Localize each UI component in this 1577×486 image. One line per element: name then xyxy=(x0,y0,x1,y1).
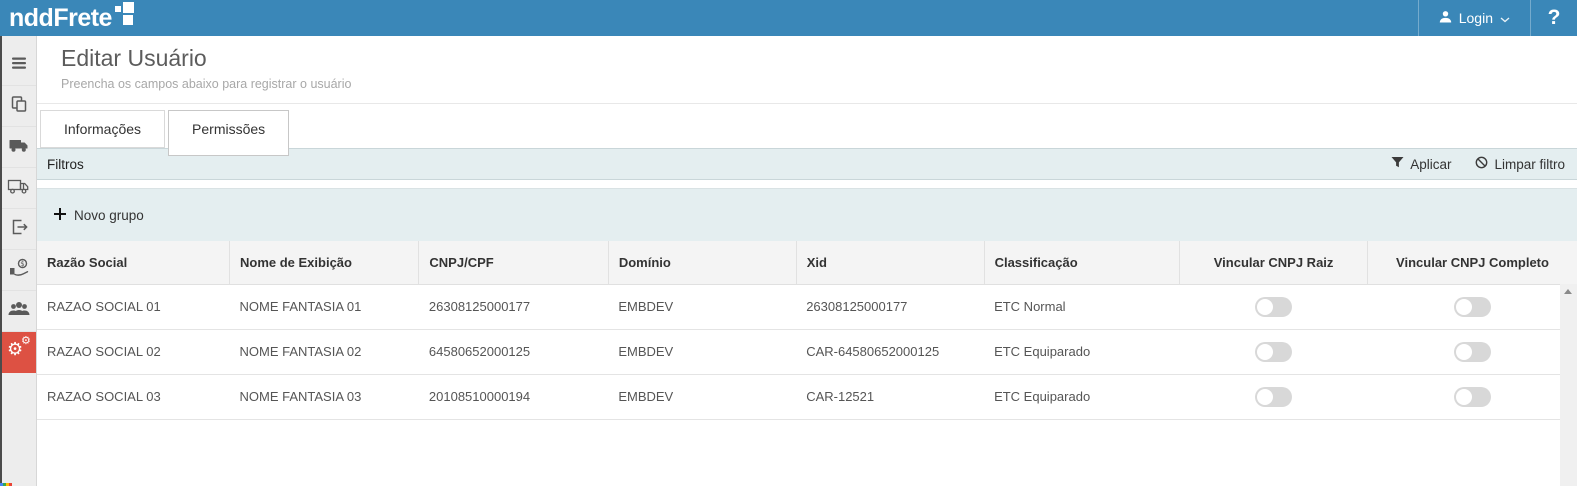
cell-nome-exibicao: NOME FANTASIA 02 xyxy=(230,329,419,374)
permissions-table: Razão Social Nome de Exibição CNPJ/CPF D… xyxy=(37,241,1577,420)
gears-icon: ⚙⚙ xyxy=(2,332,36,373)
user-icon xyxy=(1439,10,1452,26)
col-xid: Xid xyxy=(796,241,984,284)
truck-icon xyxy=(8,135,30,160)
export-icon xyxy=(9,217,29,242)
toggle-knob xyxy=(1456,299,1472,315)
app-logo-text: nddFrete xyxy=(9,0,112,36)
cell-xid: 26308125000177 xyxy=(796,284,984,329)
group-toolbar: Novo grupo xyxy=(37,188,1577,241)
app-body: $ ⚙⚙ Editar Usuário Preencha os campos a… xyxy=(0,36,1577,486)
col-razao-social: Razão Social xyxy=(37,241,230,284)
main-content: Editar Usuário Preencha os campos abaixo… xyxy=(37,36,1577,486)
cell-dominio: EMBDEV xyxy=(608,329,796,374)
cell-razao-social: RAZAO SOCIAL 03 xyxy=(37,374,230,419)
scroll-up-arrow-icon[interactable] xyxy=(1564,289,1572,294)
funnel-icon xyxy=(1391,156,1404,172)
page-subtitle: Preencha os campos abaixo para registrar… xyxy=(61,77,1577,91)
sidebar-item-delivery-truck[interactable] xyxy=(2,168,36,209)
cell-cnpj-cpf: 64580652000125 xyxy=(419,329,608,374)
vincular-cnpj-raiz-toggle[interactable] xyxy=(1255,342,1292,362)
section-gap xyxy=(37,180,1577,188)
cell-nome-exibicao: NOME FANTASIA 01 xyxy=(230,284,419,329)
cell-dominio: EMBDEV xyxy=(608,284,796,329)
billing-icon: $ xyxy=(8,257,30,284)
table-row: RAZAO SOCIAL 03 NOME FANTASIA 03 2010851… xyxy=(37,374,1577,419)
ban-icon xyxy=(1475,156,1488,172)
tab-informacoes[interactable]: Informações xyxy=(40,110,165,148)
sidebar-item-settings[interactable]: ⚙⚙ xyxy=(2,332,36,373)
col-cnpj-cpf: CNPJ/CPF xyxy=(419,241,608,284)
sidebar-item-documents[interactable] xyxy=(2,86,36,127)
cell-razao-social: RAZAO SOCIAL 02 xyxy=(37,329,230,374)
help-label: ? xyxy=(1548,6,1561,30)
col-vincular-cnpj-raiz: Vincular CNPJ Raiz xyxy=(1180,241,1368,284)
toggle-knob xyxy=(1257,299,1273,315)
cell-cnpj-cpf: 26308125000177 xyxy=(419,284,608,329)
vincular-cnpj-raiz-toggle[interactable] xyxy=(1255,387,1292,407)
cell-classificacao: ETC Equiparado xyxy=(984,374,1180,419)
cell-nome-exibicao: NOME FANTASIA 03 xyxy=(230,374,419,419)
table-row: RAZAO SOCIAL 02 NOME FANTASIA 02 6458065… xyxy=(37,329,1577,374)
menu-icon xyxy=(9,53,29,78)
sidebar: $ ⚙⚙ xyxy=(0,36,37,486)
tab-permissoes[interactable]: Permissões xyxy=(168,110,289,156)
col-vincular-cnpj-completo: Vincular CNPJ Completo xyxy=(1368,241,1577,284)
svg-text:$: $ xyxy=(20,260,24,268)
sidebar-item-billing[interactable]: $ xyxy=(2,250,36,291)
sidebar-item-truck[interactable] xyxy=(2,127,36,168)
vincular-cnpj-raiz-toggle[interactable] xyxy=(1255,297,1292,317)
clear-filter-button[interactable]: Limpar filtro xyxy=(1475,156,1565,172)
sidebar-item-menu[interactable] xyxy=(2,45,36,86)
toggle-knob xyxy=(1257,344,1273,360)
apply-filter-button[interactable]: Aplicar xyxy=(1391,156,1451,172)
help-button[interactable]: ? xyxy=(1531,0,1577,36)
sidebar-item-users[interactable] xyxy=(2,291,36,332)
documents-icon xyxy=(9,94,29,119)
app-header: nddFrete Login ? xyxy=(0,0,1577,36)
vincular-cnpj-completo-toggle[interactable] xyxy=(1454,387,1491,407)
login-menu[interactable]: Login xyxy=(1418,0,1531,36)
col-classificacao: Classificação xyxy=(984,241,1180,284)
tab-bar: Informações Permissões xyxy=(40,110,1577,148)
delivery-truck-icon xyxy=(7,176,31,201)
clear-filter-label: Limpar filtro xyxy=(1494,157,1565,172)
login-label: Login xyxy=(1459,10,1493,26)
users-icon xyxy=(7,299,31,324)
new-group-label: Novo grupo xyxy=(74,208,144,223)
col-nome-exibicao: Nome de Exibição xyxy=(230,241,419,284)
apply-filter-label: Aplicar xyxy=(1410,157,1451,172)
logo-squares-icon xyxy=(115,2,137,26)
vincular-cnpj-completo-toggle[interactable] xyxy=(1454,297,1491,317)
cell-classificacao: ETC Normal xyxy=(984,284,1180,329)
table-header-row: Razão Social Nome de Exibição CNPJ/CPF D… xyxy=(37,241,1577,284)
vertical-scrollbar[interactable] xyxy=(1560,284,1577,486)
header-right: Login ? xyxy=(1418,0,1577,36)
table-row: RAZAO SOCIAL 01 NOME FANTASIA 01 2630812… xyxy=(37,284,1577,329)
filters-title: Filtros xyxy=(47,157,84,172)
toggle-knob xyxy=(1257,389,1273,405)
plus-icon xyxy=(54,208,66,223)
cell-dominio: EMBDEV xyxy=(608,374,796,419)
cell-classificacao: ETC Equiparado xyxy=(984,329,1180,374)
cell-xid: CAR-64580652000125 xyxy=(796,329,984,374)
col-dominio: Domínio xyxy=(608,241,796,284)
new-group-button[interactable]: Novo grupo xyxy=(54,208,144,223)
toggle-knob xyxy=(1456,389,1472,405)
cell-razao-social: RAZAO SOCIAL 01 xyxy=(37,284,230,329)
toggle-knob xyxy=(1456,344,1472,360)
filter-actions: Aplicar Limpar filtro xyxy=(1391,156,1565,172)
vincular-cnpj-completo-toggle[interactable] xyxy=(1454,342,1491,362)
page-title: Editar Usuário xyxy=(61,45,1577,72)
cell-xid: CAR-12521 xyxy=(796,374,984,419)
chevron-down-icon xyxy=(1500,10,1510,26)
app-logo: nddFrete xyxy=(0,0,137,36)
sidebar-item-export[interactable] xyxy=(2,209,36,250)
cell-cnpj-cpf: 20108510000194 xyxy=(419,374,608,419)
page-head: Editar Usuário Preencha os campos abaixo… xyxy=(37,36,1577,104)
